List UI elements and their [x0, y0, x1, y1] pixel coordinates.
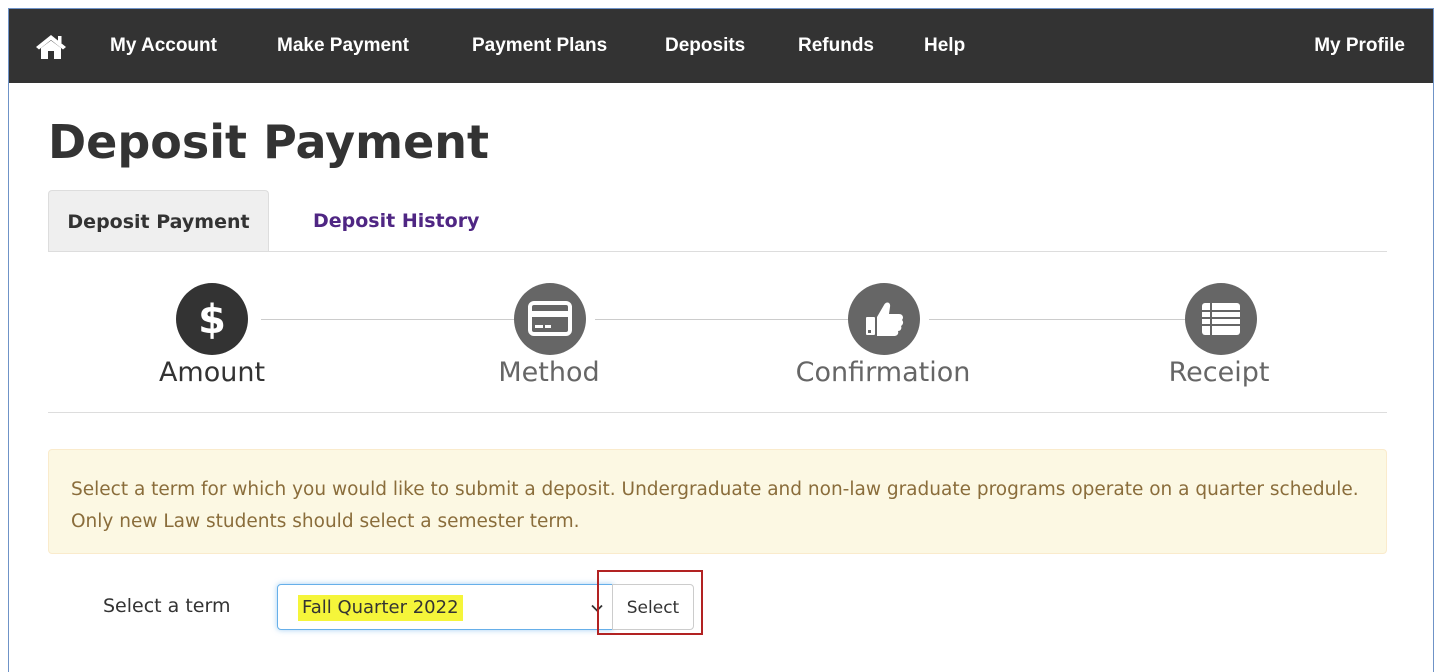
term-label: Select a term [103, 595, 231, 617]
step-label-receipt: Receipt [1168, 357, 1270, 388]
step-connector [929, 319, 1185, 320]
step-connector [595, 319, 848, 320]
svg-text:$: $ [198, 297, 226, 343]
nav-help[interactable]: Help [924, 9, 965, 83]
app-frame: My Account Make Payment Payment Plans De… [8, 8, 1434, 672]
home-icon[interactable] [35, 33, 67, 59]
step-label-confirmation: Confirmation [795, 357, 971, 388]
credit-card-icon [514, 283, 586, 355]
nav-my-account[interactable]: My Account [110, 9, 217, 83]
nav-my-profile[interactable]: My Profile [1314, 9, 1405, 83]
tab-deposit-history[interactable]: Deposit History [313, 190, 479, 252]
term-select[interactable]: Fall Quarter 2022 [277, 584, 613, 630]
nav-payment-plans[interactable]: Payment Plans [472, 9, 607, 83]
step-connector [261, 319, 514, 320]
list-icon [1185, 283, 1257, 355]
select-term-button[interactable]: Select [612, 584, 694, 630]
term-select-value: Fall Quarter 2022 [298, 595, 463, 621]
top-navbar: My Account Make Payment Payment Plans De… [9, 9, 1433, 83]
steps-divider [48, 412, 1387, 413]
nav-refunds[interactable]: Refunds [798, 9, 874, 83]
chevron-down-icon [590, 600, 604, 614]
page-title: Deposit Payment [48, 115, 490, 169]
step-label-amount: Amount [158, 357, 266, 388]
tab-deposit-payment[interactable]: Deposit Payment [48, 190, 269, 252]
nav-make-payment[interactable]: Make Payment [277, 9, 409, 83]
term-info-alert: Select a term for which you would like t… [48, 449, 1387, 554]
tabs-divider [48, 251, 1387, 252]
step-label-method: Method [498, 357, 600, 388]
dollar-icon: $ [176, 283, 248, 355]
thumbs-up-icon [848, 283, 920, 355]
nav-deposits[interactable]: Deposits [665, 9, 745, 83]
